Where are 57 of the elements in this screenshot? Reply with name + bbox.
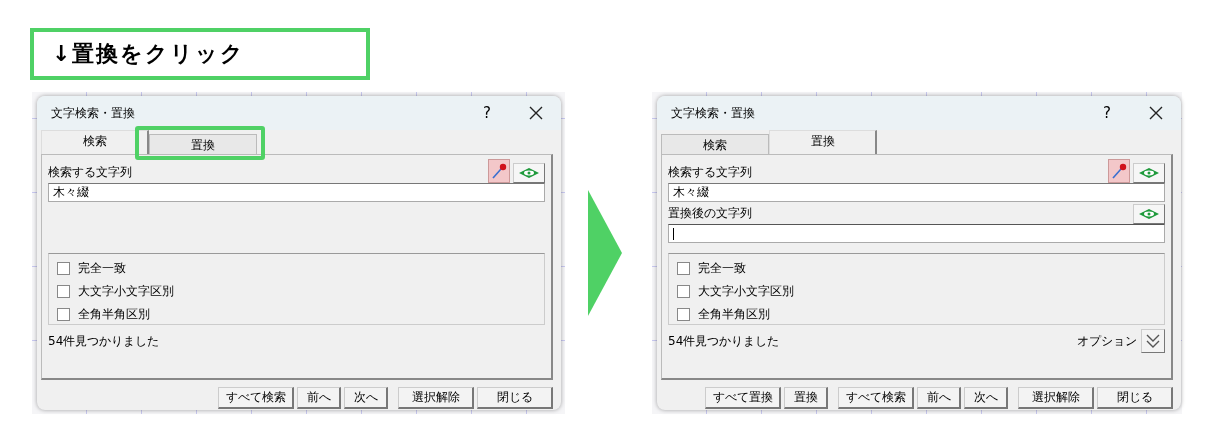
checkbox[interactable] xyxy=(57,262,70,275)
checkbox-label: 大文字小文字区別 xyxy=(78,283,174,300)
eye-button[interactable] xyxy=(1133,163,1165,183)
eye-icon xyxy=(1138,208,1160,220)
checkbox[interactable] xyxy=(677,262,690,275)
tab[interactable]: 検索 xyxy=(661,134,769,154)
tab[interactable]: 置換 xyxy=(769,130,877,154)
dialog-button[interactable]: 選択解除 xyxy=(1018,387,1094,409)
window-title: 文字検索・置換 xyxy=(671,104,756,122)
close-icon[interactable] xyxy=(529,106,543,120)
input-field[interactable]: 木々綴 xyxy=(668,183,1165,202)
checkbox[interactable] xyxy=(677,285,690,298)
dialog-button[interactable]: 次へ xyxy=(344,387,388,409)
dialog-button[interactable]: 閉じる xyxy=(1097,387,1173,409)
eye-icon xyxy=(1138,167,1160,179)
dropper-icon xyxy=(491,162,507,180)
input-field[interactable] xyxy=(668,224,1165,243)
checkbox[interactable] xyxy=(677,308,690,321)
checkbox-label: 大文字小文字区別 xyxy=(698,283,794,300)
options-label: オプション xyxy=(1077,332,1137,350)
eye-button[interactable] xyxy=(513,163,545,183)
expand-button[interactable] xyxy=(1141,329,1165,353)
checkbox-label: 完全一致 xyxy=(78,260,126,277)
input-field[interactable]: 木々綴 xyxy=(48,183,545,202)
double-chevron-icon xyxy=(1146,333,1160,349)
dialog-button[interactable]: すべて検索 xyxy=(838,387,914,409)
dialog-button[interactable]: 次へ xyxy=(964,387,1008,409)
checkbox[interactable] xyxy=(57,308,70,321)
field-label: 置換後の文字列 xyxy=(668,205,752,222)
dialog-button[interactable]: すべて置換 xyxy=(705,387,781,409)
help-button[interactable]: ? xyxy=(1103,104,1111,122)
status-text: 54件見つかりました xyxy=(48,332,160,350)
close-icon[interactable] xyxy=(1149,106,1163,120)
help-button[interactable]: ? xyxy=(483,104,491,122)
dropper-button[interactable] xyxy=(1108,159,1130,183)
dialog-button[interactable]: 前へ xyxy=(917,387,961,409)
text-cursor xyxy=(673,227,674,240)
field-label: 検索する文字列 xyxy=(668,164,752,181)
tab[interactable]: 検索 xyxy=(41,130,149,154)
status-text: 54件見つかりました xyxy=(668,332,780,350)
dialog-button[interactable]: 選択解除 xyxy=(398,387,474,409)
dialog-button[interactable]: 置換 xyxy=(784,387,828,409)
window-title: 文字検索・置換 xyxy=(51,104,136,122)
field-label: 検索する文字列 xyxy=(48,164,132,181)
dropper-icon xyxy=(1111,162,1127,180)
dialog-button[interactable]: すべて検索 xyxy=(218,387,294,409)
checkbox[interactable] xyxy=(57,285,70,298)
checkbox-label: 完全一致 xyxy=(698,260,746,277)
caption: ↓置換をクリック xyxy=(30,28,370,80)
eye-icon xyxy=(518,167,540,179)
checkbox-label: 全角半角区別 xyxy=(78,306,150,323)
checkbox-label: 全角半角区別 xyxy=(698,306,770,323)
dialog-button[interactable]: 前へ xyxy=(297,387,341,409)
tab[interactable]: 置換 xyxy=(149,134,257,154)
dialog-button[interactable]: 閉じる xyxy=(477,387,553,409)
dropper-button[interactable] xyxy=(488,159,510,183)
eye-button[interactable] xyxy=(1133,204,1165,224)
